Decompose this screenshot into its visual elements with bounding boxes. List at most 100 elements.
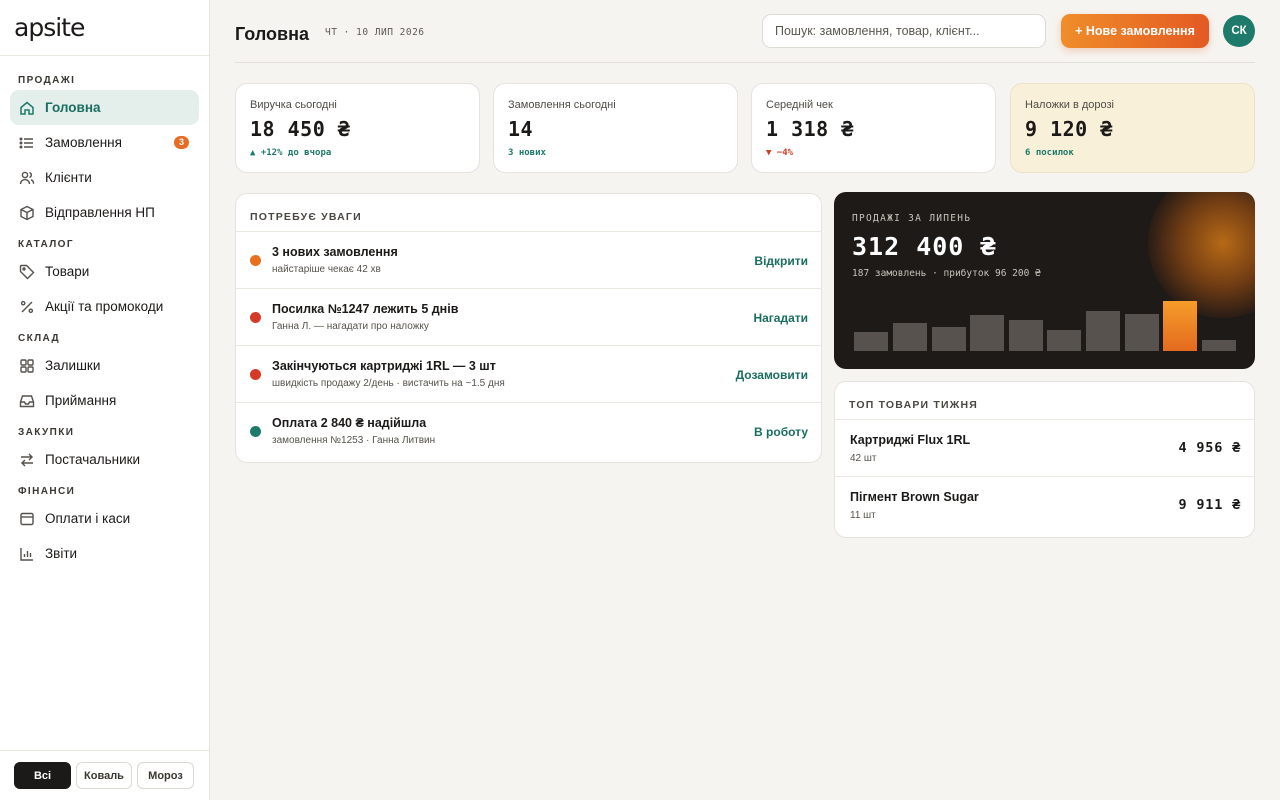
remind-link[interactable]: Нагадати	[753, 311, 808, 325]
top-products-panel: ТОП ТОВАРИ ТИЖНЯ Картриджі Flux 1RL 42 ш…	[834, 381, 1255, 538]
sidebar-item-label: Акції та промокоди	[45, 299, 164, 314]
sidebar-item-label: Товари	[45, 264, 90, 279]
sidebar-item-clients[interactable]: Клієнти	[10, 160, 199, 195]
panel-title: ПОТРЕБУЄ УВАГИ	[236, 194, 821, 232]
attention-title: 3 нових замовлення	[272, 245, 398, 259]
sidebar-item-payments[interactable]: Оплати і каси	[10, 501, 199, 536]
sidebar-item-reports[interactable]: Звіти	[10, 536, 199, 571]
sales-bar	[1047, 330, 1082, 351]
section-label-warehouse: СКЛАД	[18, 333, 61, 344]
home-icon	[18, 99, 36, 117]
monthly-sales-card: ПРОДАЖІ ЗА ЛИПЕНЬ 312 400 ₴ 187 замовлен…	[834, 192, 1255, 369]
attention-item: 3 нових замовлення найстаріше чекає 42 х…	[236, 232, 821, 289]
stat-label: Замовлення сьогодні	[508, 99, 616, 111]
attention-item: Оплата 2 840 ₴ надійшла замовлення №1253…	[236, 403, 821, 460]
sales-bar	[1008, 320, 1043, 351]
sales-bar-current	[1163, 301, 1198, 351]
sales-bar	[931, 327, 966, 351]
sidebar-item-label: Замовлення	[45, 135, 122, 150]
attention-title: Посилка №1247 лежить 5 днів	[272, 302, 459, 316]
grid-icon	[18, 357, 36, 375]
take-to-work-link[interactable]: В роботу	[754, 425, 808, 439]
page-title: Головна	[235, 24, 309, 44]
stat-value: 9 120 ₴	[1025, 117, 1113, 141]
section-label-purchases: ЗАКУПКИ	[18, 427, 75, 438]
inbox-icon	[18, 392, 36, 410]
stat-value: 18 450 ₴	[250, 117, 351, 141]
sales-bar	[1085, 311, 1120, 351]
stat-label: Наложки в дорозі	[1025, 99, 1115, 111]
sales-bar	[1201, 340, 1236, 351]
sidebar-item-label: Постачальники	[45, 452, 141, 467]
sidebar: apsite ПРОДАЖІ Головна Замовлення 3 Кліє…	[0, 0, 210, 800]
filter-moroz-button[interactable]: Мороз	[137, 762, 194, 789]
status-dot	[250, 312, 261, 323]
sidebar-item-label: Звіти	[45, 546, 78, 561]
sales-bar	[854, 332, 889, 351]
product-sum: 4 956 ₴	[1178, 440, 1241, 456]
sales-sub: 187 замовлень · прибуток 96 200 ₴	[852, 268, 1041, 279]
sidebar-item-label: Відправлення НП	[45, 205, 155, 220]
sidebar-item-label: Залишки	[45, 358, 101, 373]
panel-title: ТОП ТОВАРИ ТИЖНЯ	[835, 382, 1254, 420]
stat-card-average-check: Середній чек 1 318 ₴ ▼ −4%	[751, 83, 996, 173]
status-dot	[250, 369, 261, 380]
list-icon	[18, 134, 36, 152]
sidebar-item-stock[interactable]: Залишки	[10, 348, 199, 383]
stat-card-orders: Замовлення сьогодні 14 3 нових	[493, 83, 738, 173]
stat-trend: ▼ −4%	[766, 148, 794, 158]
sidebar-item-shipments[interactable]: Відправлення НП	[10, 195, 199, 230]
sales-bar-chart	[852, 292, 1238, 351]
sidebar-item-promos[interactable]: Акції та промокоди	[10, 289, 199, 324]
attention-desc: замовлення №1253 · Ганна Литвин	[272, 435, 436, 446]
header: Головна ЧТ · 10 ЛИП 2026 + Нове замовлен…	[235, 14, 1255, 63]
sidebar-item-label: Оплати і каси	[45, 511, 131, 526]
attention-desc: найстаріше чекає 42 хв	[272, 264, 381, 275]
stat-card-revenue: Виручка сьогодні 18 450 ₴ ▲ +12% до вчор…	[235, 83, 480, 173]
stat-value: 14	[508, 117, 534, 141]
search-input[interactable]	[762, 14, 1046, 48]
stat-label: Середній чек	[766, 99, 833, 111]
sales-value: 312 400 ₴	[852, 232, 997, 261]
attention-item: Посилка №1247 лежить 5 днів Ганна Л. — н…	[236, 289, 821, 346]
avatar[interactable]: СК	[1223, 15, 1255, 47]
section-label-sales: ПРОДАЖІ	[18, 75, 76, 86]
reorder-link[interactable]: Дозамовити	[736, 368, 808, 382]
open-orders-link[interactable]: Відкрити	[754, 254, 808, 268]
sidebar-item-receiving[interactable]: Приймання	[10, 383, 199, 418]
sidebar-item-home[interactable]: Головна	[10, 90, 199, 125]
sales-bar	[970, 315, 1005, 351]
stat-card-cod-in-transit: Наложки в дорозі 9 120 ₴ 6 посилок	[1010, 83, 1255, 173]
section-label-catalog: КАТАЛОГ	[18, 239, 74, 250]
swap-icon	[18, 451, 36, 469]
sidebar-item-products[interactable]: Товари	[10, 254, 199, 289]
product-qty: 11 шт	[850, 510, 876, 521]
sidebar-item-label: Головна	[45, 100, 101, 115]
sidebar-item-label: Приймання	[45, 393, 117, 408]
users-icon	[18, 169, 36, 187]
section-label-finance: ФІНАНСИ	[18, 486, 76, 497]
stat-trend: 6 посилок	[1025, 148, 1074, 158]
sidebar-item-suppliers[interactable]: Постачальники	[10, 442, 199, 477]
filter-all-button[interactable]: Всі	[14, 762, 71, 789]
product-row[interactable]: Пігмент Brown Sugar 11 шт 9 911 ₴	[835, 477, 1254, 534]
filter-koval-button[interactable]: Коваль	[76, 762, 132, 789]
attention-title: Оплата 2 840 ₴ надійшла	[272, 416, 427, 430]
new-order-button[interactable]: + Нове замовлення	[1061, 14, 1209, 48]
product-row[interactable]: Картриджі Flux 1RL 42 шт 4 956 ₴	[835, 420, 1254, 477]
logo[interactable]: apsite	[0, 0, 209, 56]
stat-trend: 3 нових	[508, 148, 546, 158]
attention-panel: ПОТРЕБУЄ УВАГИ 3 нових замовлення найста…	[235, 193, 822, 463]
sidebar-item-label: Клієнти	[45, 170, 92, 185]
logo-small: site	[43, 13, 85, 42]
product-name: Пігмент Brown Sugar	[850, 490, 979, 504]
logo-main: ap	[14, 13, 44, 42]
page-date: ЧТ · 10 ЛИП 2026	[325, 27, 425, 38]
sidebar-item-orders[interactable]: Замовлення 3	[10, 125, 199, 160]
wallet-icon	[18, 510, 36, 528]
tag-icon	[18, 263, 36, 281]
orders-count-badge: 3	[174, 136, 189, 149]
attention-desc: швидкість продажу 2/день · вистачить на …	[272, 378, 505, 389]
product-sum: 9 911 ₴	[1178, 497, 1241, 513]
stat-label: Виручка сьогодні	[250, 99, 337, 111]
